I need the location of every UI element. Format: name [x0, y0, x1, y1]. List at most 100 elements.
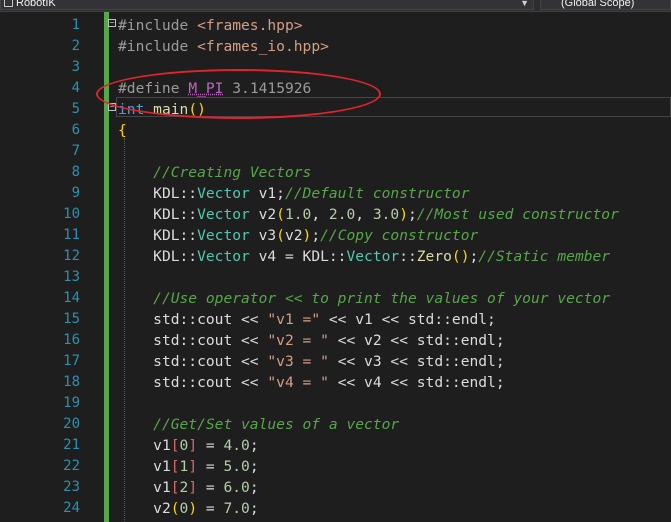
code-line-23[interactable]: v1[2] = 6.0;: [118, 477, 258, 498]
scope-operator: ::: [179, 248, 198, 265]
argument: v2: [284, 227, 303, 244]
variable: v2: [153, 500, 171, 517]
line-number: 1: [71, 17, 80, 33]
code-line-10[interactable]: KDL::Vector v2(1.0, 2.0, 3.0);//Most use…: [118, 204, 619, 225]
variable: v1: [153, 479, 171, 496]
code-line-8[interactable]: //Creating Vectors: [118, 162, 311, 183]
declaration: v1;: [249, 185, 285, 202]
comment: //Most used constructor: [416, 206, 619, 223]
statement: std::cout <<: [153, 353, 268, 370]
code-line-16[interactable]: std::cout << "v2 = " << v2 << std::endl;: [118, 330, 505, 351]
line-number: 22: [63, 458, 80, 474]
comment: //Default constructor: [284, 185, 470, 202]
code-line-11[interactable]: KDL::Vector v3(v2);//Copy constructor: [118, 225, 478, 246]
index: 0: [179, 500, 189, 517]
type-name: Vector: [197, 206, 250, 223]
line-number: 24: [63, 500, 80, 516]
line-number: 10: [63, 206, 80, 222]
comment: //Use operator << to print the values of…: [153, 290, 611, 307]
function-name: Zero: [416, 248, 452, 265]
code-line-18[interactable]: std::cout << "v4 = " << v4 << std::endl;: [118, 372, 505, 393]
code-line-20[interactable]: //Get/Set values of a vector: [118, 414, 399, 435]
line-number: 6: [71, 122, 80, 138]
variable: v1: [153, 437, 171, 454]
line-number: 2: [71, 38, 80, 54]
line-number: 12: [63, 248, 80, 264]
variable: v3: [249, 227, 277, 244]
string-literal: "v4 = ": [267, 374, 329, 391]
project-dropdown[interactable]: RobotIK ▼: [0, 0, 534, 10]
string-literal: "v3 = ": [267, 353, 329, 370]
comment: //Copy constructor: [320, 227, 479, 244]
scope-dropdown[interactable]: (Global Scope): [540, 0, 671, 10]
code-line-6[interactable]: {: [118, 120, 127, 141]
type-name: Vector: [197, 227, 250, 244]
code-line-21[interactable]: v1[0] = 4.0;: [118, 435, 258, 456]
scope-operator: ::: [179, 227, 198, 244]
namespace: KDL: [153, 185, 180, 202]
type-name: Vector: [197, 248, 250, 265]
preprocessor-directive: #include: [118, 38, 189, 55]
line-number: 11: [63, 227, 80, 243]
number: 5.0: [223, 458, 250, 475]
line-number: 16: [63, 332, 80, 348]
number: 7.0: [223, 500, 250, 517]
collapse-icon[interactable]: −: [108, 19, 116, 27]
namespace: KDL: [302, 248, 329, 265]
statement: std::cout <<: [153, 311, 268, 328]
code-line-17[interactable]: std::cout << "v3 = " << v3 << std::endl;: [118, 351, 504, 372]
chevron-down-icon[interactable]: ▼: [520, 0, 529, 9]
line-number: 23: [63, 479, 80, 495]
index: 0: [179, 437, 189, 454]
line-number: 3: [71, 59, 80, 75]
line-number: 8: [71, 164, 80, 180]
code-line-2[interactable]: #include <frames_io.hpp>: [118, 36, 329, 57]
code-line-15[interactable]: std::cout << "v1 =" << v1 << std::endl;: [118, 309, 496, 330]
navigation-bar: RobotIK ▼ (Global Scope): [0, 0, 671, 12]
line-number: 21: [63, 437, 80, 453]
open-brace: {: [118, 122, 127, 139]
variable: v2: [249, 206, 277, 223]
line-number: 4: [71, 80, 80, 96]
annotation-ellipse: [96, 69, 381, 119]
code-line-9[interactable]: KDL::Vector v1;//Default constructor: [118, 183, 469, 204]
scope-operator: ::: [179, 185, 198, 202]
statement: << v4 << std::endl;: [328, 374, 505, 391]
line-number: 14: [63, 290, 80, 306]
code-line-24[interactable]: v2(0) = 7.0;: [118, 498, 258, 519]
scope-operator: ::: [179, 206, 198, 223]
code-line-22[interactable]: v1[1] = 5.0;: [118, 456, 258, 477]
line-number: 18: [63, 374, 80, 390]
project-name: RobotIK: [16, 0, 56, 9]
include-file: <frames.hpp>: [197, 17, 303, 34]
include-file: <frames_io.hpp>: [197, 38, 329, 55]
project-icon: [4, 0, 13, 7]
line-number: 20: [63, 416, 80, 432]
comment: //Creating Vectors: [153, 164, 312, 181]
number: 6.0: [223, 479, 250, 496]
scope-name: (Global Scope): [561, 0, 635, 9]
index: 2: [179, 479, 189, 496]
code-line-1[interactable]: #include <frames.hpp>: [118, 15, 303, 36]
statement: << v1 << std::endl;: [320, 311, 496, 328]
statement: std::cout <<: [153, 374, 268, 391]
namespace: KDL: [153, 227, 180, 244]
variable: v4 =: [249, 248, 303, 265]
line-number: 9: [71, 185, 80, 201]
string-literal: "v2 = ": [267, 332, 329, 349]
namespace: KDL: [153, 248, 180, 265]
line-number: 15: [63, 311, 80, 327]
number: 3.0: [372, 206, 400, 223]
statement: << v2 << std::endl;: [328, 332, 505, 349]
preprocessor-directive: #include: [118, 17, 189, 34]
variable: v1: [153, 458, 171, 475]
code-line-14[interactable]: //Use operator << to print the values of…: [118, 288, 610, 309]
line-number: 19: [63, 395, 80, 411]
line-number: 5: [71, 101, 80, 117]
statement: std::cout <<: [153, 332, 268, 349]
number: 1.0: [284, 206, 312, 223]
type-name: Vector: [346, 248, 400, 265]
line-number: 17: [63, 353, 80, 369]
type-name: Vector: [197, 185, 250, 202]
code-line-12[interactable]: KDL::Vector v4 = KDL::Vector::Zero();//S…: [118, 246, 610, 267]
